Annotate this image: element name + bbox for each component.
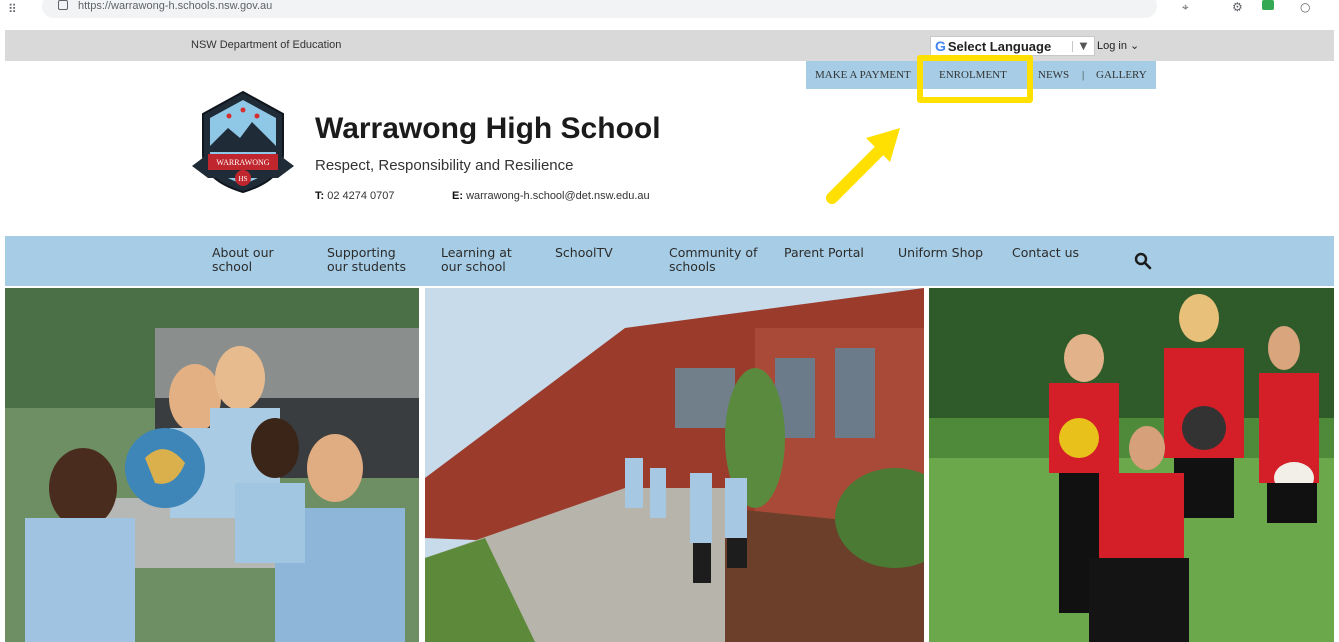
nav-item-contact-us[interactable]: Contact us [1012,246,1079,260]
school-name[interactable]: Warrawong High School [315,112,661,146]
nav-item-line: About our [212,245,274,260]
nav-item-line: Uniform Shop [898,245,984,260]
quick-link-news[interactable]: NEWS [1038,69,1069,81]
quick-links-separator: | [1082,69,1085,81]
phone-contact[interactable]: T: 02 4274 0707 [315,190,395,202]
school-motto: Respect, Responsibility and Resilience [315,157,574,174]
nav-item-line: Supporting [327,245,396,260]
translate-icon[interactable]: ⌖ [1182,0,1189,15]
extensions-icon[interactable]: ⚙ [1232,0,1243,14]
nav-item-line: our students [327,259,406,274]
quick-link-make-a-payment[interactable]: MAKE A PAYMENT [815,69,911,81]
page-info-icon[interactable] [58,0,68,10]
hero-photo-students-globe [5,288,419,642]
nav-item-parent-portal[interactable]: Parent Portal [784,246,864,260]
hero-photo-school-building [425,288,924,642]
dropdown-arrow-icon: ▼ [1072,40,1094,52]
school-logo[interactable]: WARRAWONG HS [188,88,298,196]
nav-item-line: Learning at [441,245,512,260]
nav-item-line: Community of [669,245,758,260]
extension-green-icon[interactable] [1262,0,1274,10]
address-bar-url[interactable]: https://warrawong-h.schools.nsw.gov.au [78,0,272,12]
logo-text-top: WARRAWONG [216,158,269,167]
nav-item-line: schools [669,259,716,274]
nav-item-line: Parent Portal [784,245,864,260]
email-address[interactable]: warrawong-h.school@det.nsw.edu.au [466,190,650,202]
apps-grid-icon[interactable]: ⠿ [8,2,17,16]
phone-label: T: [315,190,325,202]
nav-item-schooltv[interactable]: SchoolTV [555,246,613,260]
login-button[interactable]: Log in ⌄ [1097,39,1139,52]
search-icon[interactable] [1133,251,1153,271]
nav-item-supporting-our-students[interactable]: Supporting our students [327,246,406,274]
google-g-icon: G [935,38,946,54]
main-nav: About our school Supporting our students… [5,236,1334,286]
nav-item-line: Contact us [1012,245,1080,260]
phone-number[interactable]: 02 4274 0707 [327,190,394,202]
language-select-label: Select Language [947,38,1052,54]
nav-item-line: school [212,259,253,274]
enrolment-highlight-box [917,55,1033,103]
department-bar: NSW Department of Education G Select Lan… [5,30,1334,61]
nav-item-about-our-school[interactable]: About our school [212,246,274,274]
annotation-arrow [826,128,900,204]
logo-text-bottom: HS [239,175,248,183]
quick-link-gallery[interactable]: GALLERY [1096,69,1147,81]
nav-item-line: SchoolTV [555,245,613,260]
email-contact[interactable]: E: warrawong-h.school@det.nsw.edu.au [452,190,650,202]
nav-item-uniform-shop[interactable]: Uniform Shop [898,246,983,260]
email-label: E: [452,190,463,202]
department-name[interactable]: NSW Department of Education [191,39,341,51]
nav-item-learning-at-our-school[interactable]: Learning at our school [441,246,512,274]
profile-icon[interactable]: ○ [1300,0,1310,14]
nav-item-community-of-schools[interactable]: Community of schools [669,246,757,274]
language-select[interactable]: G Select Language ▼ [930,36,1095,56]
browser-chrome: ⠿ https://warrawong-h.schools.nsw.gov.au… [0,0,1339,30]
nav-item-line: our school [441,259,506,274]
hero-photo-sport-students [929,288,1334,642]
